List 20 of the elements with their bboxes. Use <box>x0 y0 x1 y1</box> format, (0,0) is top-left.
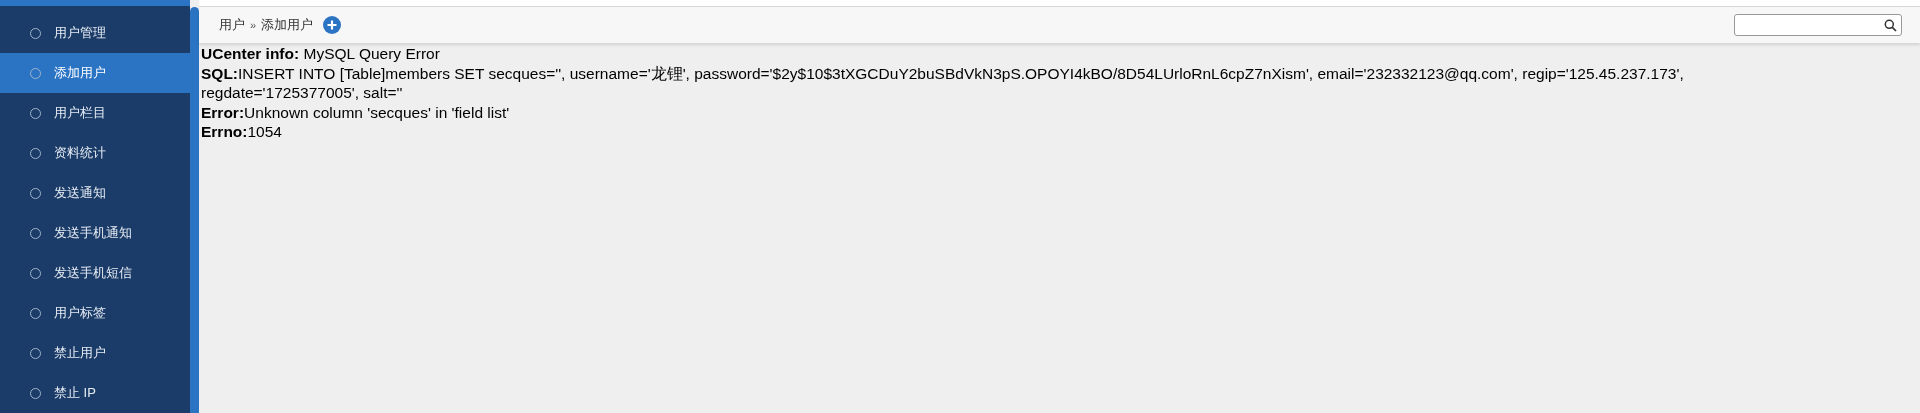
error-message-line: UCenter info: MySQL Query Error <box>201 44 441 64</box>
breadcrumb-separator: » <box>250 17 257 33</box>
error-message-line: Error:Unknown column 'secques' in 'field list' <box>201 102 511 122</box>
sidebar-item[interactable]: 禁止用户 <box>0 333 190 373</box>
error-message-line: Errno:1054 <box>201 122 283 142</box>
sidebar-item[interactable]: 用户管理 <box>0 13 190 53</box>
sidebar-item[interactable]: 禁止 IP <box>0 373 190 413</box>
error-message-line: SQL:INSERT INTO [Table]members SET secques='', username='龙锂', password='$2y$10$3tXGCDuY2buSBdVkN3pS.OPOYI4kBO/8D54LUrloRnL6cpZ7nXism', email='232332123@qq.com', regip='125.45.237.173', regdate='1725377005', salt='' <box>201 63 1685 103</box>
sidebar-item[interactable]: 发送手机通知 <box>0 213 190 253</box>
breadcrumb-link[interactable]: 用户 <box>219 15 245 35</box>
sidebar-item[interactable]: 发送通知 <box>0 173 190 213</box>
sidebar-item[interactable]: 用户栏目 <box>0 93 190 133</box>
search-field[interactable] <box>1734 14 1902 36</box>
breadcrumb-current: 添加用户 <box>261 16 314 35</box>
search-icon <box>1884 18 1897 32</box>
sidebar-item[interactable]: 发送手机短信 <box>0 253 190 293</box>
add-icon[interactable] <box>323 16 342 34</box>
sidebar-item[interactable]: 添加用户 <box>0 53 190 93</box>
sidebar-item[interactable]: 用户标签 <box>0 293 190 333</box>
sidebar-item[interactable]: 资料统计 <box>0 133 190 173</box>
